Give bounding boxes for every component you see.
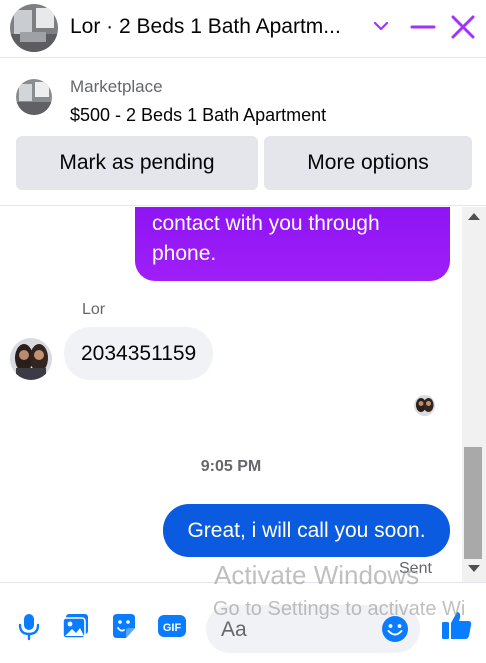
- more-options-button[interactable]: More options: [264, 136, 472, 190]
- incoming-message-bubble[interactable]: 2034351159: [64, 327, 214, 380]
- scroll-up-arrow-icon[interactable]: [468, 213, 480, 220]
- thumbs-up-icon[interactable]: [440, 608, 474, 642]
- close-icon[interactable]: [449, 13, 477, 41]
- scroll-down-arrow-icon[interactable]: [468, 565, 480, 572]
- outgoing-message-bubble[interactable]: contact with you through phone.: [135, 207, 450, 281]
- minimize-icon[interactable]: [410, 14, 436, 40]
- conversation-avatar[interactable]: [10, 4, 58, 52]
- delivery-status: Sent: [399, 560, 432, 577]
- svg-text:GIF: GIF: [163, 622, 182, 634]
- message-composer: GIF Aa: [0, 582, 486, 663]
- mark-as-pending-button[interactable]: Mark as pending: [16, 136, 258, 190]
- sender-avatar[interactable]: [10, 338, 52, 380]
- scrollbar[interactable]: [462, 207, 486, 582]
- chat-header: Lor · 2 Beds 1 Bath Apartm...: [0, 0, 486, 58]
- microphone-icon[interactable]: [14, 611, 44, 641]
- outgoing-message-bubble[interactable]: Great, i will call you soon.: [163, 504, 450, 557]
- gif-icon[interactable]: GIF: [157, 611, 187, 641]
- listing-title[interactable]: $500 - 2 Beds 1 Bath Apartment: [70, 105, 326, 126]
- conversation-title[interactable]: Lor · 2 Beds 1 Bath Apartm...: [70, 15, 341, 39]
- message-timestamp: 9:05 PM: [200, 458, 262, 475]
- message-list[interactable]: contact with you through phone. Lor 2034…: [0, 207, 486, 582]
- sender-name: Lor: [82, 301, 106, 318]
- photo-icon[interactable]: [61, 611, 91, 641]
- message-input[interactable]: Aa: [206, 605, 420, 653]
- marketplace-listing-panel: Marketplace $500 - 2 Beds 1 Bath Apartme…: [0, 60, 486, 206]
- message-input-placeholder: Aa: [221, 618, 247, 641]
- chevron-down-icon[interactable]: [370, 15, 392, 37]
- listing-thumbnail[interactable]: [16, 79, 52, 115]
- seen-indicator-avatar: [414, 395, 435, 416]
- emoji-icon[interactable]: [380, 614, 410, 644]
- scrollbar-thumb[interactable]: [464, 447, 482, 559]
- marketplace-label: Marketplace: [70, 77, 163, 96]
- sticker-icon[interactable]: [109, 611, 139, 641]
